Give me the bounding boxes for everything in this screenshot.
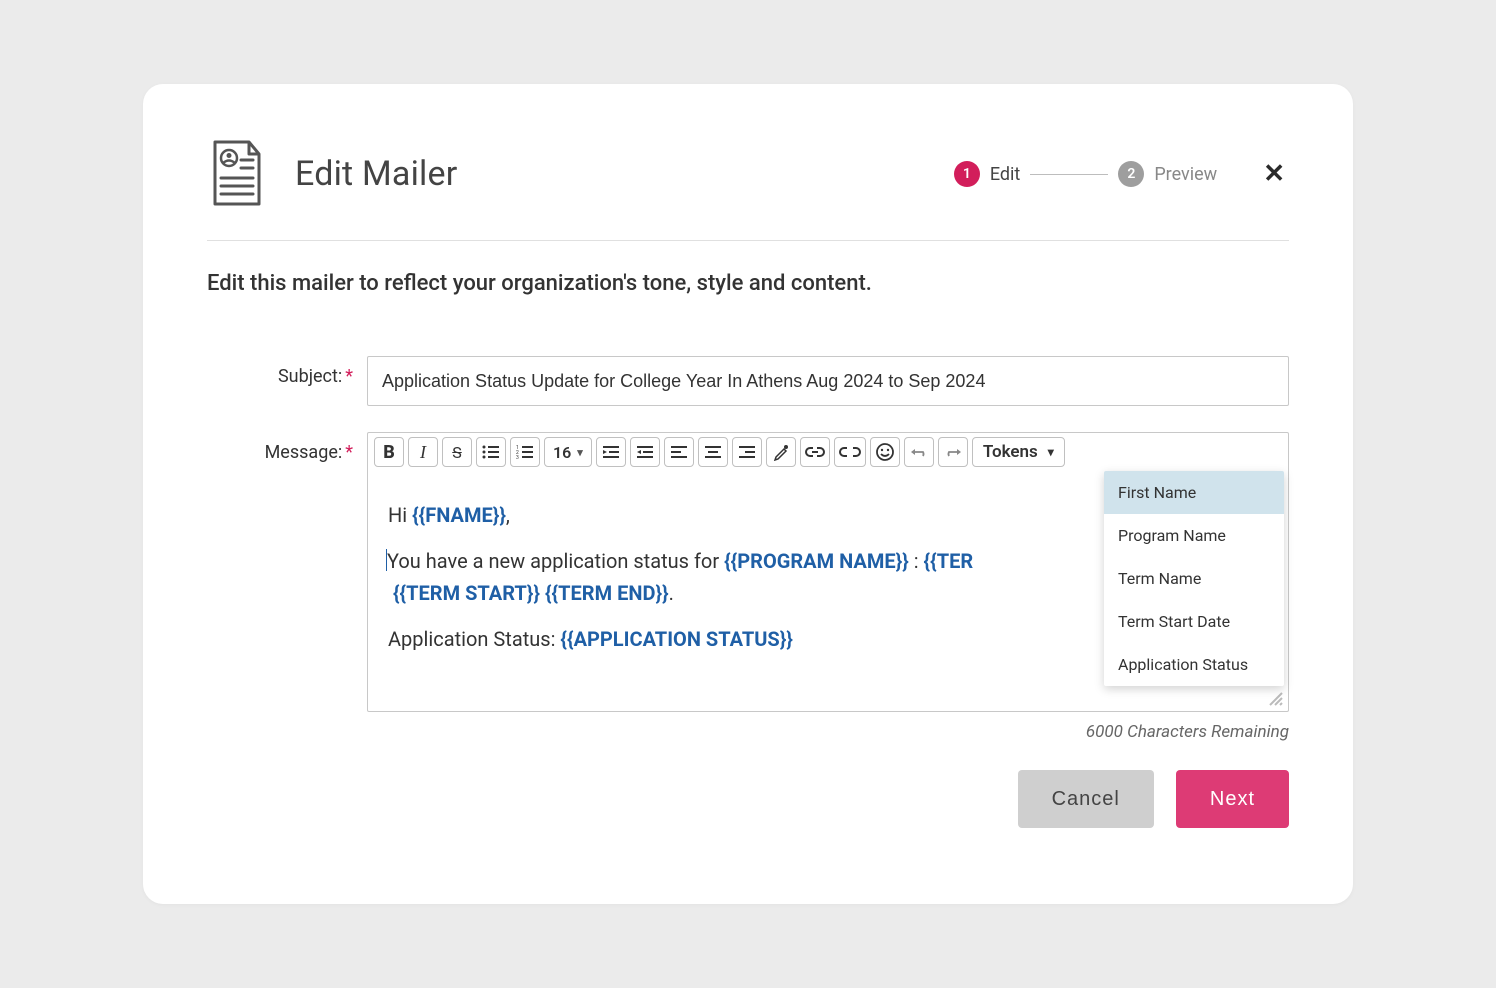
color-picker-button[interactable] [766, 437, 796, 467]
subject-label-text: Subject: [278, 366, 342, 387]
font-size-selector[interactable]: 16 ▾ [544, 437, 592, 467]
unlink-button[interactable] [834, 437, 866, 467]
subject-label: Subject:* [207, 356, 367, 387]
line3-post: . [669, 581, 674, 605]
token-option-application-status[interactable]: Application Status [1104, 643, 1284, 686]
strikethrough-button[interactable]: S [442, 437, 472, 467]
header-left: Edit Mailer [207, 138, 457, 210]
modal-title: Edit Mailer [295, 154, 457, 194]
link-button[interactable] [800, 437, 830, 467]
step-2-badge: 2 [1118, 161, 1144, 187]
cancel-button[interactable]: Cancel [1018, 770, 1154, 828]
step-preview[interactable]: 2 Preview [1118, 161, 1217, 187]
resize-handle-icon[interactable] [1266, 689, 1284, 707]
align-right-button[interactable] [732, 437, 762, 467]
step-edit[interactable]: 1 Edit [954, 161, 1020, 187]
step-1-label: Edit [990, 164, 1020, 185]
line2-pre: You have a new application status for [387, 549, 724, 573]
align-center-button[interactable] [698, 437, 728, 467]
ordered-list-button[interactable]: 123 [510, 437, 540, 467]
document-icon [207, 138, 267, 210]
characters-remaining: 6000 Characters Remaining [367, 722, 1289, 742]
required-mark: * [345, 366, 353, 387]
fname-token: {{FNAME}} [412, 503, 506, 527]
term-token-partial: {{TER [924, 549, 974, 573]
tokens-label: Tokens [983, 442, 1038, 462]
svg-text:3: 3 [516, 455, 519, 459]
step-divider [1030, 174, 1108, 175]
chevron-down-icon: ▾ [577, 446, 583, 459]
editor-toolbar: B I S 123 16 ▾ [368, 433, 1288, 471]
application-status-token: {{APPLICATION STATUS}} [560, 627, 793, 651]
token-option-term-start-date[interactable]: Term Start Date [1104, 600, 1284, 643]
modal-header: Edit Mailer 1 Edit 2 Preview ✕ [207, 138, 1289, 241]
indent-button[interactable] [630, 437, 660, 467]
undo-button[interactable] [904, 437, 934, 467]
term-start-token: {{TERM START}} [393, 581, 540, 605]
instruction-text: Edit this mailer to reflect your organiz… [207, 271, 1289, 296]
subject-input[interactable] [367, 356, 1289, 406]
rich-text-editor: B I S 123 16 ▾ [367, 432, 1289, 712]
step-2-label: Preview [1154, 164, 1217, 185]
line4-pre: Application Status: [388, 627, 560, 651]
token-option-term-name[interactable]: Term Name [1104, 557, 1284, 600]
message-label-text: Message: [265, 442, 343, 463]
outdent-button[interactable] [596, 437, 626, 467]
italic-button[interactable]: I [408, 437, 438, 467]
message-label: Message:* [207, 432, 367, 463]
emoji-button[interactable] [870, 437, 900, 467]
step-1-badge: 1 [954, 161, 980, 187]
font-size-value: 16 [553, 443, 571, 462]
align-left-button[interactable] [664, 437, 694, 467]
token-option-first-name[interactable]: First Name [1104, 471, 1284, 514]
greeting-post: , [506, 503, 510, 527]
next-button[interactable]: Next [1176, 770, 1289, 828]
edit-mailer-modal: Edit Mailer 1 Edit 2 Preview ✕ Edit this… [143, 84, 1353, 904]
redo-button[interactable] [938, 437, 968, 467]
tokens-dropdown-button[interactable]: Tokens ▾ [972, 437, 1065, 467]
token-option-program-name[interactable]: Program Name [1104, 514, 1284, 557]
term-end-token: {{TERM END}} [545, 581, 669, 605]
line2-mid: : [909, 549, 924, 573]
message-row: Message:* B I S 123 1 [207, 432, 1289, 742]
subject-row: Subject:* [207, 356, 1289, 406]
program-name-token: {{PROGRAM NAME}} [724, 549, 909, 573]
stepper: 1 Edit 2 Preview [954, 161, 1217, 187]
required-mark: * [345, 442, 353, 463]
bold-button[interactable]: B [374, 437, 404, 467]
greeting-pre: Hi [388, 503, 412, 527]
form-area: Subject:* Message:* B I S [207, 356, 1289, 742]
tokens-dropdown-menu: First Name Program Name Term Name Term S… [1104, 471, 1284, 686]
modal-footer: Cancel Next [207, 770, 1289, 828]
unordered-list-button[interactable] [476, 437, 506, 467]
header-right: 1 Edit 2 Preview ✕ [954, 155, 1289, 193]
chevron-down-icon: ▾ [1048, 445, 1054, 459]
close-icon[interactable]: ✕ [1259, 155, 1289, 193]
